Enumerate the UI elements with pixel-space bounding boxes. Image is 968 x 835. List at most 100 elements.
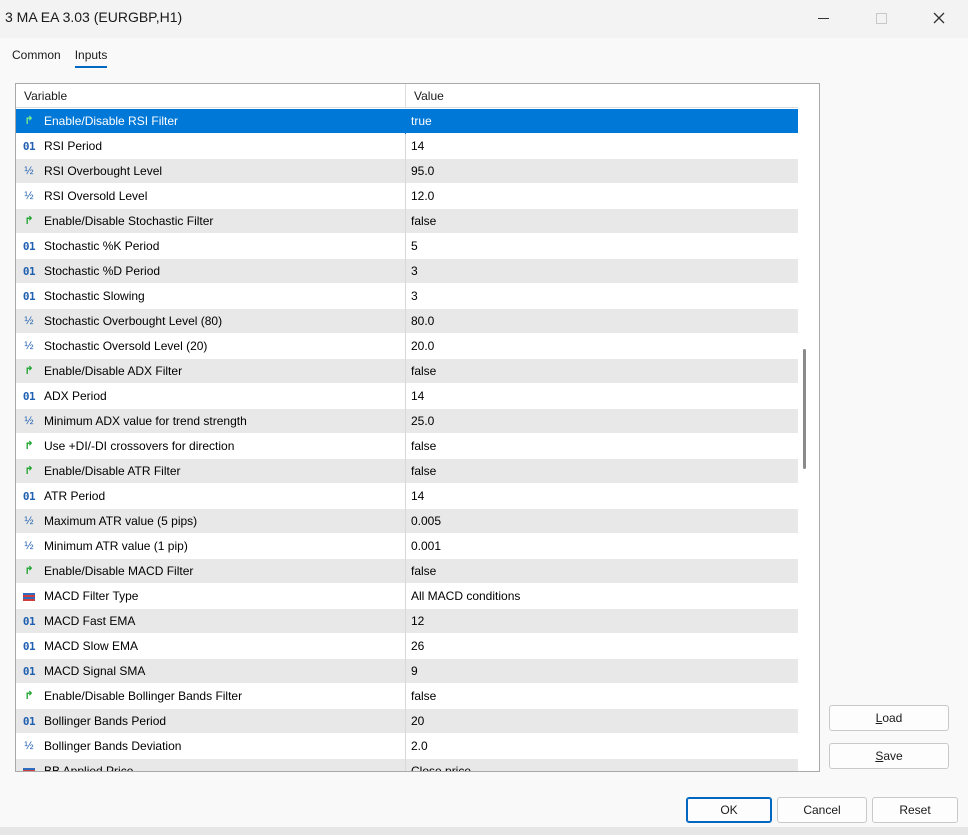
table-row[interactable]: ½ Minimum ATR value (1 pip) 0.001 bbox=[16, 534, 798, 559]
table-row[interactable]: ½ RSI Overbought Level 95.0 bbox=[16, 159, 798, 184]
table-row[interactable]: ½ RSI Oversold Level 12.0 bbox=[16, 184, 798, 209]
column-header-variable[interactable]: Variable bbox=[16, 84, 406, 108]
variable-cell[interactable]: ↱ Enable/Disable Bollinger Bands Filter bbox=[16, 684, 406, 709]
inputs-grid: Variable Value ↱ Enable/Disable RSI Filte… bbox=[15, 83, 820, 772]
value-cell[interactable]: 12 bbox=[406, 609, 798, 634]
double-icon: ½ bbox=[24, 190, 34, 202]
variable-cell[interactable]: 01 Stochastic %K Period bbox=[16, 234, 406, 259]
value-cell[interactable]: 95.0 bbox=[406, 159, 798, 184]
variable-cell[interactable]: ½ RSI Overbought Level bbox=[16, 159, 406, 184]
save-button[interactable]: Save bbox=[829, 743, 949, 769]
value-cell[interactable]: 5 bbox=[406, 234, 798, 259]
value-cell[interactable]: false bbox=[406, 684, 798, 709]
variable-cell[interactable]: ½ Stochastic Overbought Level (80) bbox=[16, 309, 406, 334]
table-row[interactable]: ↱ Enable/Disable RSI Filter true bbox=[16, 109, 798, 134]
table-row[interactable]: ↱ Use +DI/-DI crossovers for direction fal… bbox=[16, 434, 798, 459]
variable-cell[interactable]: 01 Stochastic %D Period bbox=[16, 259, 406, 284]
table-row[interactable]: 01 RSI Period 14 bbox=[16, 134, 798, 159]
close-button[interactable] bbox=[910, 0, 968, 36]
value-cell[interactable]: false bbox=[406, 359, 798, 384]
value-cell[interactable]: 20.0 bbox=[406, 334, 798, 359]
ok-button[interactable]: OK bbox=[686, 797, 772, 823]
variable-cell[interactable]: ½ Minimum ADX value for trend strength bbox=[16, 409, 406, 434]
value-cell[interactable]: 26 bbox=[406, 634, 798, 659]
variable-cell[interactable]: 01 ATR Period bbox=[16, 484, 406, 509]
table-row[interactable]: 01 MACD Fast EMA 12 bbox=[16, 609, 798, 634]
double-icon: ½ bbox=[24, 315, 34, 327]
table-row[interactable]: ½ Bollinger Bands Deviation 2.0 bbox=[16, 734, 798, 759]
variable-label: MACD Filter Type bbox=[44, 589, 139, 603]
value-cell[interactable]: 14 bbox=[406, 384, 798, 409]
variable-cell[interactable]: 01 MACD Slow EMA bbox=[16, 634, 406, 659]
table-row[interactable]: ½ Stochastic Overbought Level (80) 80.0 bbox=[16, 309, 798, 334]
variable-cell[interactable]: ½ Stochastic Oversold Level (20) bbox=[16, 334, 406, 359]
table-row[interactable]: ↱ Enable/Disable ATR Filter false bbox=[16, 459, 798, 484]
minimize-button[interactable] bbox=[794, 0, 852, 36]
table-row[interactable]: ½ Minimum ADX value for trend strength 25.… bbox=[16, 409, 798, 434]
table-row[interactable]: ½ Stochastic Oversold Level (20) 20.0 bbox=[16, 334, 798, 359]
value-cell[interactable]: false bbox=[406, 459, 798, 484]
maximize-button[interactable] bbox=[852, 0, 910, 36]
table-row[interactable]: 01 ATR Period 14 bbox=[16, 484, 798, 509]
value-cell[interactable]: 3 bbox=[406, 259, 798, 284]
value-cell[interactable]: false bbox=[406, 434, 798, 459]
variable-cell[interactable]: 01 MACD Signal SMA bbox=[16, 659, 406, 684]
value-cell[interactable]: 0.005 bbox=[406, 509, 798, 534]
double-icon: ½ bbox=[24, 740, 34, 752]
table-row[interactable]: MACD Filter Type All MACD conditions bbox=[16, 584, 798, 609]
variable-label: Stochastic %K Period bbox=[44, 239, 160, 253]
table-row[interactable]: 01 MACD Signal SMA 9 bbox=[16, 659, 798, 684]
value-cell[interactable]: 9 bbox=[406, 659, 798, 684]
value-cell[interactable]: 80.0 bbox=[406, 309, 798, 334]
variable-cell[interactable]: MACD Filter Type bbox=[16, 584, 406, 609]
table-row[interactable]: BB Applied Price Close price bbox=[16, 759, 798, 771]
variable-cell[interactable]: ↱ Enable/Disable Stochastic Filter bbox=[16, 209, 406, 234]
table-row[interactable]: ↱ Enable/Disable ADX Filter false bbox=[16, 359, 798, 384]
column-header-value[interactable]: Value bbox=[406, 84, 798, 108]
tab-common[interactable]: Common bbox=[12, 48, 61, 68]
tab-inputs[interactable]: Inputs bbox=[74, 48, 108, 68]
value-cell[interactable]: 14 bbox=[406, 484, 798, 509]
variable-cell[interactable]: ½ Bollinger Bands Deviation bbox=[16, 734, 406, 759]
value-cell[interactable]: 20 bbox=[406, 709, 798, 734]
cancel-button[interactable]: Cancel bbox=[777, 797, 867, 823]
variable-cell[interactable]: ↱ Enable/Disable RSI Filter bbox=[16, 109, 406, 134]
value-cell[interactable]: 14 bbox=[406, 134, 798, 159]
table-row[interactable]: ↱ Enable/Disable Bollinger Bands Filter fa… bbox=[16, 684, 798, 709]
variable-cell[interactable]: 01 Stochastic Slowing bbox=[16, 284, 406, 309]
variable-cell[interactable]: ↱ Use +DI/-DI crossovers for direction bbox=[16, 434, 406, 459]
value-cell[interactable]: 0.001 bbox=[406, 534, 798, 559]
reset-button[interactable]: Reset bbox=[872, 797, 958, 823]
value-cell[interactable]: All MACD conditions bbox=[406, 584, 798, 609]
table-row[interactable]: 01 Stochastic %K Period 5 bbox=[16, 234, 798, 259]
table-row[interactable]: 01 MACD Slow EMA 26 bbox=[16, 634, 798, 659]
table-row[interactable]: 01 ADX Period 14 bbox=[16, 384, 798, 409]
variable-cell[interactable]: ½ Minimum ATR value (1 pip) bbox=[16, 534, 406, 559]
variable-cell[interactable]: 01 RSI Period bbox=[16, 134, 406, 159]
table-row[interactable]: ↱ Enable/Disable MACD Filter false bbox=[16, 559, 798, 584]
variable-cell[interactable]: ½ RSI Oversold Level bbox=[16, 184, 406, 209]
value-cell[interactable]: 2.0 bbox=[406, 734, 798, 759]
variable-cell[interactable]: ↱ Enable/Disable ADX Filter bbox=[16, 359, 406, 384]
table-row[interactable]: 01 Bollinger Bands Period 20 bbox=[16, 709, 798, 734]
table-row[interactable]: 01 Stochastic Slowing 3 bbox=[16, 284, 798, 309]
variable-cell[interactable]: BB Applied Price bbox=[16, 759, 406, 771]
value-cell[interactable]: 25.0 bbox=[406, 409, 798, 434]
variable-cell[interactable]: ↱ Enable/Disable MACD Filter bbox=[16, 559, 406, 584]
value-cell[interactable]: true bbox=[406, 109, 798, 134]
variable-cell[interactable]: 01 MACD Fast EMA bbox=[16, 609, 406, 634]
vertical-scrollbar[interactable] bbox=[803, 349, 806, 469]
variable-cell[interactable]: 01 ADX Period bbox=[16, 384, 406, 409]
table-row[interactable]: ↱ Enable/Disable Stochastic Filter false bbox=[16, 209, 798, 234]
value-cell[interactable]: false bbox=[406, 559, 798, 584]
table-row[interactable]: 01 Stochastic %D Period 3 bbox=[16, 259, 798, 284]
variable-cell[interactable]: ½ Maximum ATR value (5 pips) bbox=[16, 509, 406, 534]
value-cell[interactable]: false bbox=[406, 209, 798, 234]
variable-cell[interactable]: ↱ Enable/Disable ATR Filter bbox=[16, 459, 406, 484]
variable-cell[interactable]: 01 Bollinger Bands Period bbox=[16, 709, 406, 734]
load-button[interactable]: Load bbox=[829, 705, 949, 731]
table-row[interactable]: ½ Maximum ATR value (5 pips) 0.005 bbox=[16, 509, 798, 534]
value-cell[interactable]: Close price bbox=[406, 759, 798, 771]
value-cell[interactable]: 3 bbox=[406, 284, 798, 309]
value-cell[interactable]: 12.0 bbox=[406, 184, 798, 209]
